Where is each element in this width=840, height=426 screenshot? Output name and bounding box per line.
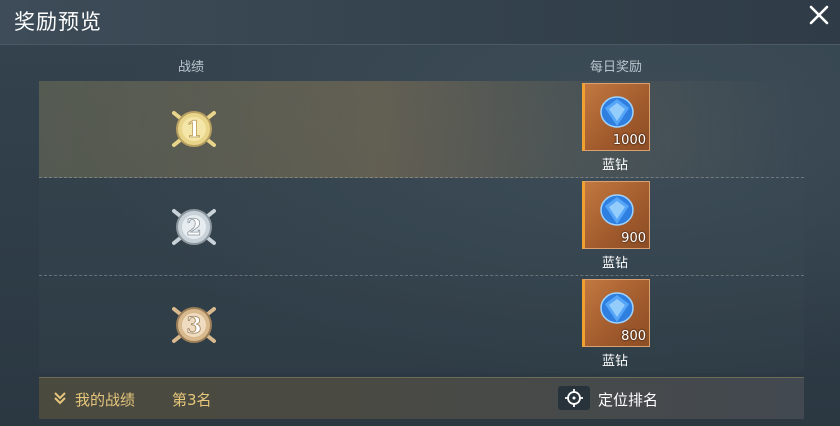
rank-medal-icon: 1 xyxy=(172,111,216,147)
crosshair-icon xyxy=(565,389,583,407)
blue-diamond-icon xyxy=(600,292,634,324)
blue-diamond-icon xyxy=(600,194,634,226)
reward-tile: 800 xyxy=(582,279,650,347)
page-title: 奖励预览 xyxy=(14,10,102,34)
reward-list: 1 1000 蓝钻 2 900 蓝钻 3 800 蓝钻 xyxy=(39,81,804,376)
reward-item[interactable]: 800 xyxy=(582,279,650,347)
reward-item[interactable]: 1000 xyxy=(582,83,650,151)
reward-amount: 900 xyxy=(621,231,646,246)
rank-number: 3 xyxy=(186,313,201,339)
rank-number: 2 xyxy=(186,215,201,241)
column-header-daily-reward: 每日奖励 xyxy=(590,60,643,75)
reward-tile: 900 xyxy=(582,181,650,249)
reward-tile: 1000 xyxy=(582,83,650,151)
close-icon[interactable] xyxy=(806,2,832,28)
reward-row-1: 1 1000 蓝钻 xyxy=(39,81,804,178)
reward-name: 蓝钻 xyxy=(601,354,628,369)
locate-rank-button[interactable] xyxy=(558,386,590,410)
reward-row-2: 2 900 蓝钻 xyxy=(39,179,804,276)
my-rank: 第3名 xyxy=(172,391,212,409)
reward-row-3: 3 800 蓝钻 xyxy=(39,277,804,373)
column-header-record: 战绩 xyxy=(178,60,205,75)
double-chevron-down-icon[interactable] xyxy=(52,390,68,406)
reward-amount: 1000 xyxy=(612,133,646,148)
reward-name: 蓝钻 xyxy=(601,256,628,271)
my-record-label[interactable]: 我的战绩 xyxy=(75,389,135,410)
rank-number: 1 xyxy=(186,117,201,143)
reward-amount: 800 xyxy=(621,329,646,344)
rank-medal-icon: 3 xyxy=(172,307,216,343)
rank-medal-icon: 2 xyxy=(172,209,216,245)
my-record-bar: 我的战绩 第3名 定位排名 xyxy=(39,377,804,419)
reward-name: 蓝钻 xyxy=(601,158,628,173)
reward-preview-panel: 奖励预览 战绩 每日奖励 1 1000 蓝钻 2 900 蓝钻 3 800 蓝钻… xyxy=(0,0,840,426)
reward-item[interactable]: 900 xyxy=(582,181,650,249)
blue-diamond-icon xyxy=(600,96,634,128)
header-bar: 奖励预览 xyxy=(0,0,840,45)
locate-rank-label[interactable]: 定位排名 xyxy=(598,389,658,410)
